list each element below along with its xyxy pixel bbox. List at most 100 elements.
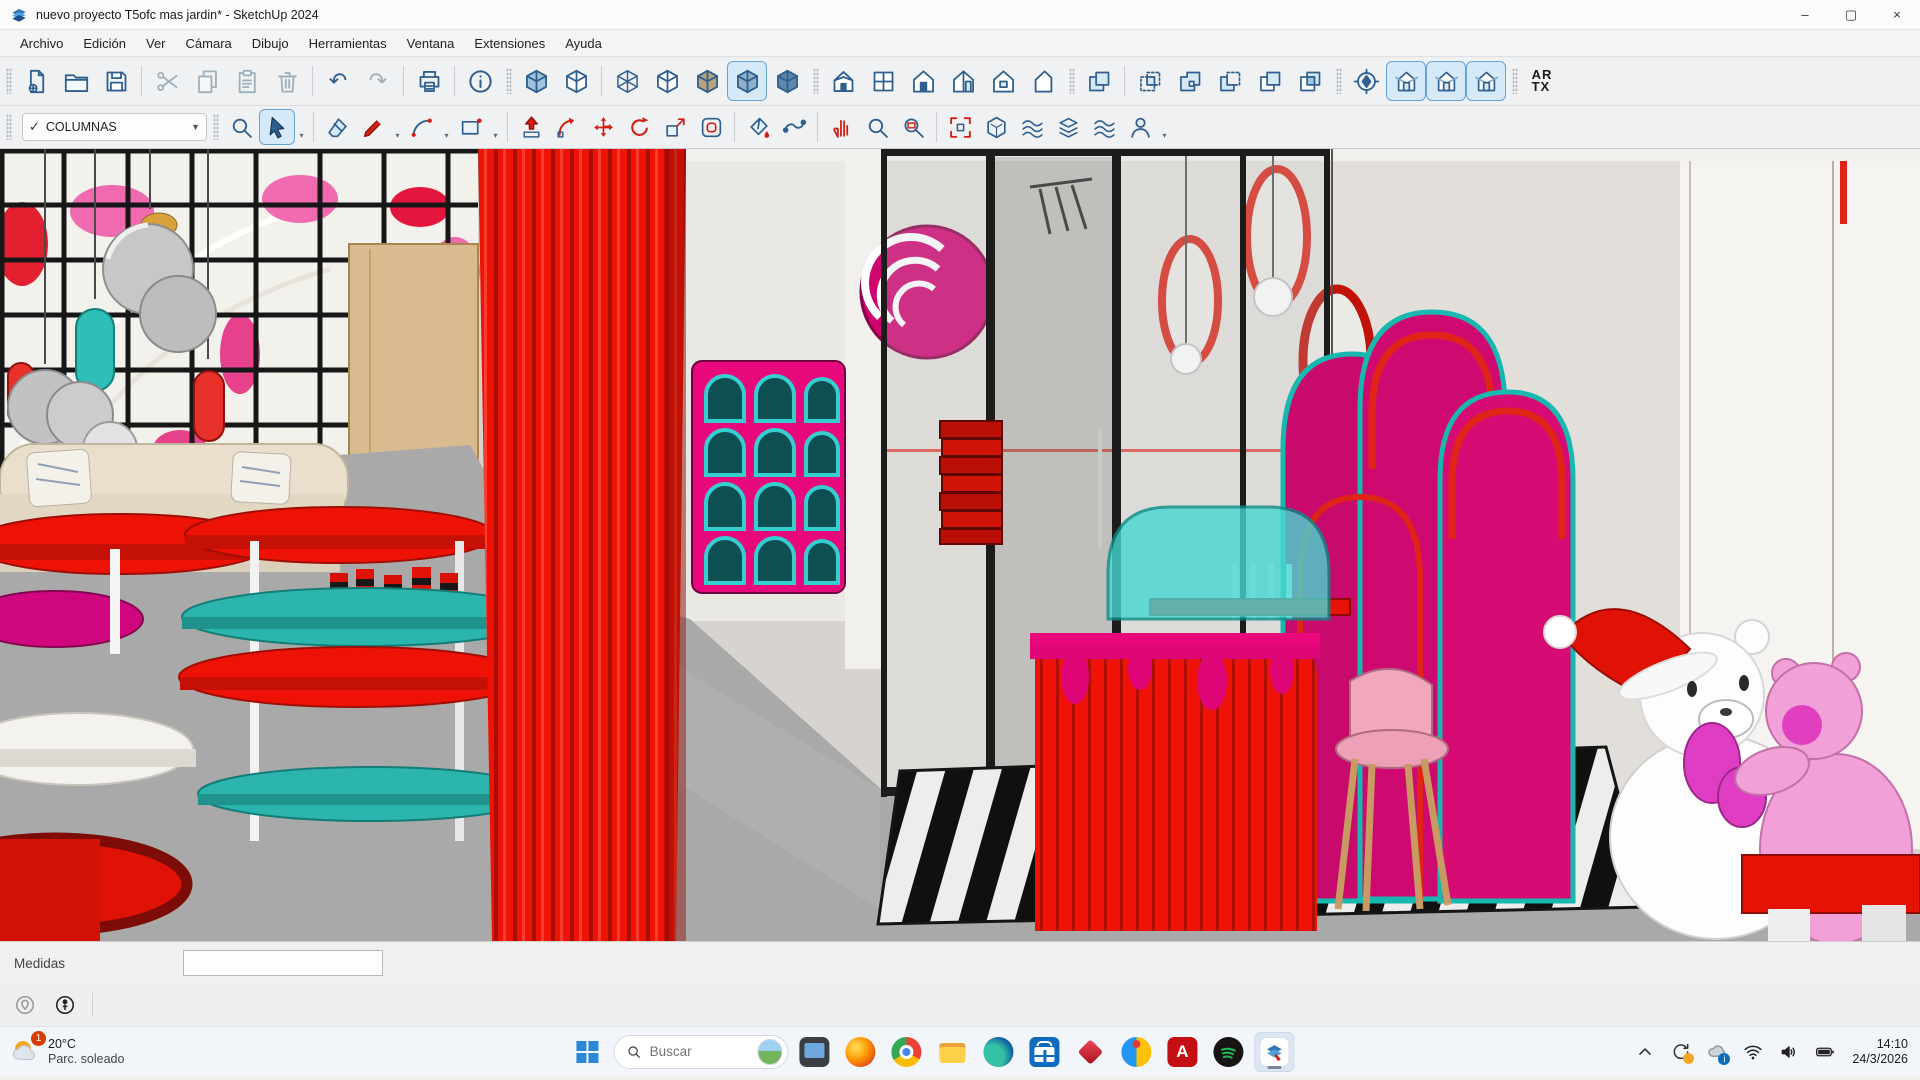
- toolbar-grip[interactable]: [6, 68, 12, 94]
- gem-app-taskbar-icon[interactable]: [1070, 1032, 1110, 1072]
- geolocation-icon[interactable]: [12, 992, 38, 1018]
- menu-camara[interactable]: Cámara: [176, 32, 242, 55]
- minimize-button[interactable]: –: [1782, 0, 1828, 29]
- menu-ver[interactable]: Ver: [136, 32, 176, 55]
- close-button[interactable]: ×: [1874, 0, 1920, 29]
- menu-dibujo[interactable]: Dibujo: [242, 32, 299, 55]
- intersect-tool[interactable]: [1130, 61, 1170, 101]
- edge-taskbar-icon[interactable]: [978, 1032, 1018, 1072]
- onedrive-cloud-icon[interactable]: i: [1704, 1039, 1730, 1065]
- color-ball-app-taskbar-icon[interactable]: [1116, 1032, 1156, 1072]
- left-view-button[interactable]: [1023, 61, 1063, 101]
- wireframe-style-button[interactable]: [607, 61, 647, 101]
- microsoft-store-taskbar-icon[interactable]: [1024, 1032, 1064, 1072]
- chrome-taskbar-icon[interactable]: [886, 1032, 926, 1072]
- display-section-fill-button[interactable]: [1466, 61, 1506, 101]
- right-view-button[interactable]: [943, 61, 983, 101]
- shaded-style-button[interactable]: [687, 61, 727, 101]
- wifi-icon[interactable]: [1740, 1039, 1766, 1065]
- file-explorer-taskbar-icon[interactable]: [932, 1032, 972, 1072]
- display-section-planes-button[interactable]: [1386, 61, 1426, 101]
- search-input[interactable]: [650, 1044, 750, 1059]
- taskbar-clock[interactable]: 14:10 24/3/2026: [1848, 1037, 1908, 1067]
- toolbar-grip[interactable]: [6, 114, 12, 140]
- claim-credit-info-icon[interactable]: [52, 992, 78, 1018]
- paste-button[interactable]: [227, 61, 267, 101]
- measurements-input[interactable]: [183, 950, 383, 976]
- arcs-menu-caret[interactable]: ▾: [440, 110, 453, 144]
- zoom-extents-tool[interactable]: [942, 109, 978, 145]
- desktop-window-app-taskbar-icon[interactable]: [794, 1032, 834, 1072]
- toolbar-grip[interactable]: [1069, 68, 1075, 94]
- extension-hexagon-tool[interactable]: [978, 109, 1014, 145]
- outer-shell-tool[interactable]: [1079, 61, 1119, 101]
- menu-extensiones[interactable]: Extensiones: [464, 32, 555, 55]
- front-view-button[interactable]: [903, 61, 943, 101]
- line-menu-caret[interactable]: ▾: [391, 110, 404, 144]
- redo-button[interactable]: ↷: [358, 61, 398, 101]
- search-tool[interactable]: [223, 109, 259, 145]
- acrobat-taskbar-icon[interactable]: A: [1162, 1032, 1202, 1072]
- shaded-with-textures-style-button[interactable]: [727, 61, 767, 101]
- top-view-button[interactable]: [863, 61, 903, 101]
- sketchup-taskbar-icon[interactable]: [1254, 1032, 1294, 1072]
- split-tool[interactable]: [1290, 61, 1330, 101]
- menu-herramientas[interactable]: Herramientas: [299, 32, 397, 55]
- paint-bucket-tool[interactable]: [740, 109, 776, 145]
- viewport-3d-scene[interactable]: [0, 149, 1920, 941]
- x-ray-style-button[interactable]: [516, 61, 556, 101]
- save-button[interactable]: [96, 61, 136, 101]
- select-tool[interactable]: [259, 109, 295, 145]
- select-menu-caret[interactable]: ▾: [295, 110, 308, 144]
- smooth-contours-tool-tool[interactable]: [1086, 109, 1122, 145]
- toolbar-grip[interactable]: [1512, 68, 1518, 94]
- trim-tool[interactable]: [1250, 61, 1290, 101]
- move-tool[interactable]: [585, 109, 621, 145]
- contours-tool-tool[interactable]: [1014, 109, 1050, 145]
- back-view-button[interactable]: [983, 61, 1023, 101]
- menu-edicion[interactable]: Edición: [73, 32, 136, 55]
- delete-button[interactable]: [267, 61, 307, 101]
- model-info-button[interactable]: [460, 61, 500, 101]
- spotify-taskbar-icon[interactable]: [1208, 1032, 1248, 1072]
- pan-tool[interactable]: [823, 109, 859, 145]
- shapes-tool[interactable]: [453, 109, 489, 145]
- cut-button[interactable]: [147, 61, 187, 101]
- walk-person-tool[interactable]: [1122, 109, 1158, 145]
- section-plane-button[interactable]: [1346, 61, 1386, 101]
- firefox-taskbar-icon[interactable]: [840, 1032, 880, 1072]
- new-button[interactable]: [16, 61, 56, 101]
- line-tool[interactable]: [355, 109, 391, 145]
- monochrome-style-button[interactable]: [767, 61, 807, 101]
- layers-stack-tool-tool[interactable]: [1050, 109, 1086, 145]
- weather-widget[interactable]: 1 20°C Parc. soleado: [10, 1037, 124, 1067]
- union-tool[interactable]: [1170, 61, 1210, 101]
- walk-person-menu-caret[interactable]: ▾: [1158, 110, 1171, 144]
- hidden-line-style-button[interactable]: [647, 61, 687, 101]
- hidden-icons-chevron-icon[interactable]: [1632, 1039, 1658, 1065]
- taskbar-search[interactable]: [613, 1035, 788, 1069]
- zoom-tool[interactable]: [859, 109, 895, 145]
- follow-me-tool[interactable]: [549, 109, 585, 145]
- menu-archivo[interactable]: Archivo: [10, 32, 73, 55]
- search-daily-image[interactable]: [758, 1039, 783, 1065]
- sync-icon[interactable]: [1668, 1039, 1694, 1065]
- scale-tool[interactable]: [657, 109, 693, 145]
- artx-extension-button[interactable]: AR TX: [1522, 61, 1562, 101]
- subtract-tool[interactable]: [1210, 61, 1250, 101]
- back-edges-style-button[interactable]: [556, 61, 596, 101]
- arcs-tool[interactable]: [404, 109, 440, 145]
- iso-view-button[interactable]: [823, 61, 863, 101]
- volume-icon[interactable]: [1776, 1039, 1802, 1065]
- start-button[interactable]: [567, 1032, 607, 1072]
- tag-filter-dropdown[interactable]: ✓ COLUMNAS ▼: [22, 113, 207, 141]
- undo-button[interactable]: ↶: [318, 61, 358, 101]
- eraser-tool[interactable]: [319, 109, 355, 145]
- menu-ventana[interactable]: Ventana: [397, 32, 465, 55]
- toolbar-grip[interactable]: [1336, 68, 1342, 94]
- display-section-cuts-button[interactable]: [1426, 61, 1466, 101]
- print-button[interactable]: [409, 61, 449, 101]
- open-button[interactable]: [56, 61, 96, 101]
- maximize-button[interactable]: ▢: [1828, 0, 1874, 29]
- battery-icon[interactable]: [1812, 1039, 1838, 1065]
